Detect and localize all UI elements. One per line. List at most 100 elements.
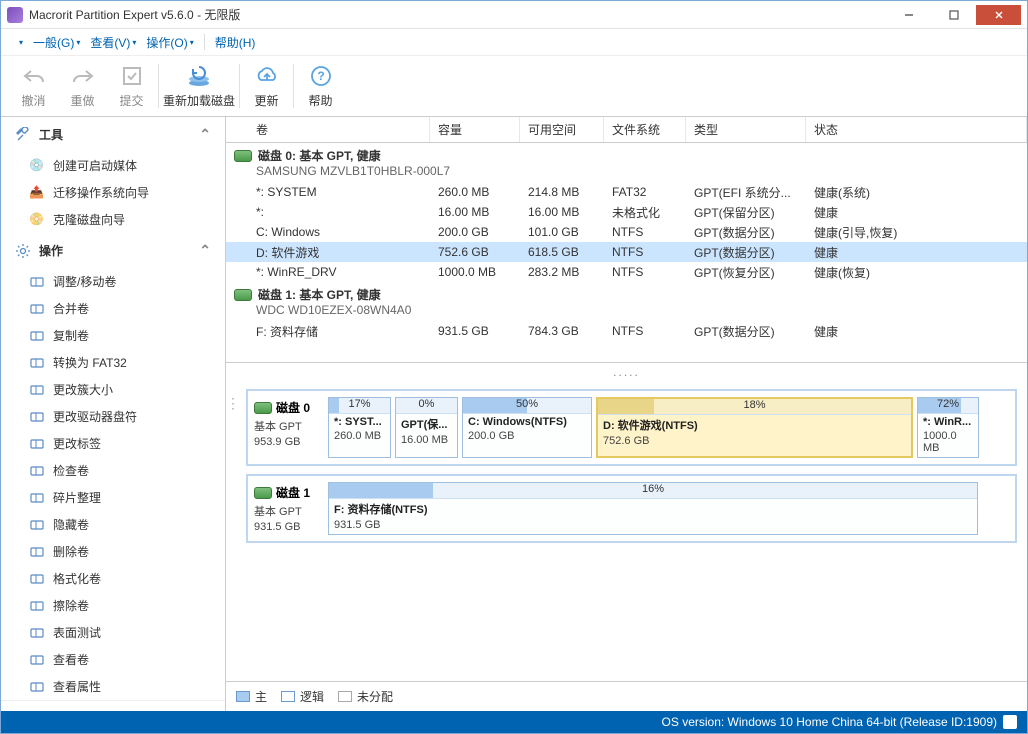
- window-title: Macrorit Partition Expert v5.6.0 - 无限版: [29, 6, 886, 23]
- menu-help[interactable]: 帮助(H): [215, 34, 256, 51]
- splitter[interactable]: .....: [226, 363, 1027, 381]
- op-item[interactable]: 格式化卷: [1, 565, 225, 592]
- help-button[interactable]: ?帮助: [298, 63, 343, 109]
- undo-icon: [21, 63, 47, 89]
- op-item[interactable]: 更改驱动器盘符: [1, 403, 225, 430]
- gripper[interactable]: ⋮⋮: [226, 381, 236, 681]
- map-partition[interactable]: 72%*: WinR...1000.0 MB: [917, 397, 979, 458]
- disk1-header[interactable]: 磁盘 1: 基本 GPT, 健康: [226, 282, 1027, 303]
- op-item[interactable]: 碎片整理: [1, 484, 225, 511]
- menu-bar: ▾ 一般(G)▾ 查看(V)▾ 操作(O)▾ 帮助(H): [1, 29, 1027, 55]
- partition-row[interactable]: C: Windows200.0 GB101.0 GBNTFSGPT(数据分区)健…: [226, 222, 1027, 242]
- reload-icon: [186, 63, 212, 89]
- item-icon: [29, 328, 45, 344]
- disk-icon: [234, 289, 252, 301]
- tool-item[interactable]: 📀克隆磁盘向导: [1, 206, 225, 233]
- close-button[interactable]: [976, 5, 1021, 25]
- menu-view[interactable]: 查看(V)▾: [90, 34, 136, 51]
- col-capacity[interactable]: 容量: [430, 117, 520, 142]
- item-icon: [29, 463, 45, 479]
- legend: 主 逻辑 未分配: [226, 681, 1027, 711]
- partition-row[interactable]: *: WinRE_DRV1000.0 MB283.2 MBNTFSGPT(恢复分…: [226, 262, 1027, 282]
- item-icon: [29, 625, 45, 641]
- op-item[interactable]: 表面测试: [1, 619, 225, 646]
- disk0-header[interactable]: 磁盘 0: 基本 GPT, 健康: [226, 143, 1027, 164]
- col-type[interactable]: 类型: [686, 117, 806, 142]
- item-icon: [29, 517, 45, 533]
- item-icon: [29, 490, 45, 506]
- svg-text:?: ?: [317, 69, 324, 83]
- dropdown-icon: ▾: [19, 38, 23, 47]
- refresh-button[interactable]: 更新: [244, 63, 289, 109]
- resize-grip-icon[interactable]: [1003, 715, 1017, 729]
- item-icon: [29, 544, 45, 560]
- op-item[interactable]: 检查卷: [1, 457, 225, 484]
- menu-general[interactable]: 一般(G)▾: [33, 34, 80, 51]
- ops-panel-header[interactable]: 操作 ⌃: [1, 233, 225, 268]
- tool-item[interactable]: 📤迁移操作系统向导: [1, 179, 225, 206]
- toolbar-separator: [293, 64, 294, 108]
- op-item[interactable]: 查看卷: [1, 646, 225, 673]
- item-icon: [29, 436, 45, 452]
- disk0-map: 磁盘 0 基本 GPT 953.9 GB 17%*: SYST...260.0 …: [246, 389, 1017, 466]
- item-icon: [29, 571, 45, 587]
- app-icon: [7, 7, 23, 23]
- legend-unalloc: 未分配: [338, 688, 393, 705]
- main-area: 卷 容量 可用空间 文件系统 类型 状态 磁盘 0: 基本 GPT, 健康 SA…: [226, 117, 1027, 711]
- partition-row[interactable]: D: 软件游戏752.6 GB618.5 GBNTFSGPT(数据分区)健康: [226, 242, 1027, 262]
- item-icon: [29, 679, 45, 695]
- op-item[interactable]: 调整/移动卷: [1, 268, 225, 295]
- tools-icon: [15, 127, 31, 143]
- item-icon: 📤: [29, 185, 45, 201]
- legend-logical: 逻辑: [281, 688, 324, 705]
- redo-button[interactable]: 重做: [60, 63, 105, 109]
- map-partition[interactable]: 16%F: 资料存储(NTFS)931.5 GB: [328, 482, 978, 535]
- disk1-map-info: 磁盘 1 基本 GPT 931.5 GB: [254, 482, 322, 535]
- partition-row[interactable]: *:16.00 MB16.00 MB未格式化GPT(保留分区)健康: [226, 202, 1027, 222]
- minimize-button[interactable]: [886, 5, 931, 25]
- disk-icon: [254, 487, 272, 499]
- item-icon: 📀: [29, 212, 45, 228]
- commit-icon: [119, 63, 145, 89]
- col-fs[interactable]: 文件系统: [604, 117, 686, 142]
- map-partition[interactable]: 50%C: Windows(NTFS)200.0 GB: [462, 397, 592, 458]
- tools-panel-header[interactable]: 工具 ⌃: [1, 117, 225, 152]
- reload-button[interactable]: 重新加载磁盘: [163, 63, 235, 109]
- menu-operate[interactable]: 操作(O)▾: [146, 34, 193, 51]
- item-icon: 💿: [29, 158, 45, 174]
- disk-icon: [254, 402, 272, 414]
- item-icon: [29, 598, 45, 614]
- op-item[interactable]: 更改标签: [1, 430, 225, 457]
- op-item[interactable]: 擦除卷: [1, 592, 225, 619]
- maximize-button[interactable]: [931, 5, 976, 25]
- op-item[interactable]: 转换为 FAT32: [1, 349, 225, 376]
- op-item[interactable]: 查看属性: [1, 673, 225, 700]
- col-volume[interactable]: 卷: [226, 117, 430, 142]
- undo-button[interactable]: 撤消: [11, 63, 56, 109]
- map-partition[interactable]: 18%D: 软件游戏(NTFS)752.6 GB: [596, 397, 913, 458]
- op-item[interactable]: 合并卷: [1, 295, 225, 322]
- op-item[interactable]: 隐藏卷: [1, 511, 225, 538]
- redo-icon: [70, 63, 96, 89]
- commit-button[interactable]: 提交: [109, 63, 154, 109]
- tools-title: 工具: [39, 126, 63, 143]
- map-partition[interactable]: 17%*: SYST...260.0 MB: [328, 397, 391, 458]
- map-partition[interactable]: 0%GPT(保...16.00 MB: [395, 397, 458, 458]
- op-item[interactable]: 更改簇大小: [1, 376, 225, 403]
- disk1-model: WDC WD10EZEX-08WN4A0: [226, 303, 1027, 321]
- disk1-map: 磁盘 1 基本 GPT 931.5 GB 16%F: 资料存储(NTFS)931…: [246, 474, 1017, 543]
- col-status[interactable]: 状态: [806, 117, 1027, 142]
- sidebar: 工具 ⌃ 💿创建可启动媒体📤迁移操作系统向导📀克隆磁盘向导 操作 ⌃ 调整/移动…: [1, 117, 226, 711]
- item-icon: [29, 652, 45, 668]
- tool-item[interactable]: 💿创建可启动媒体: [1, 152, 225, 179]
- partition-row[interactable]: F: 资料存储931.5 GB784.3 GBNTFSGPT(数据分区)健康: [226, 321, 1027, 341]
- col-free[interactable]: 可用空间: [520, 117, 604, 142]
- title-bar: Macrorit Partition Expert v5.6.0 - 无限版: [1, 1, 1027, 29]
- partition-grid-header: 卷 容量 可用空间 文件系统 类型 状态: [226, 117, 1027, 143]
- op-item[interactable]: 删除卷: [1, 538, 225, 565]
- partition-row[interactable]: *: SYSTEM260.0 MB214.8 MBFAT32GPT(EFI 系统…: [226, 182, 1027, 202]
- toolbar-separator: [158, 64, 159, 108]
- pending-panel-header[interactable]: 待处理操作 ⌃: [1, 700, 225, 711]
- item-icon: [29, 274, 45, 290]
- op-item[interactable]: 复制卷: [1, 322, 225, 349]
